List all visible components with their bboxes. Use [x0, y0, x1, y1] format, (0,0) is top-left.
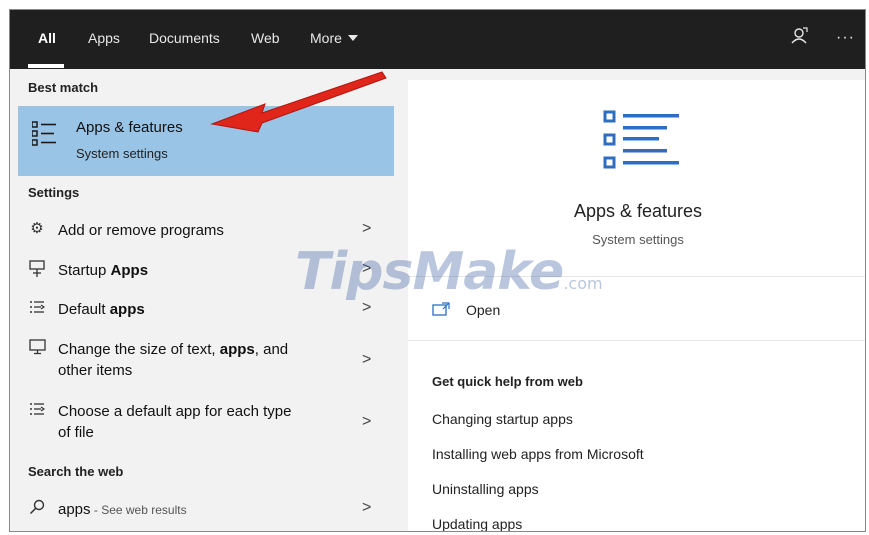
settings-item-label: Default apps	[58, 301, 145, 318]
default-apps-icon	[28, 401, 46, 419]
open-label: Open	[466, 302, 501, 318]
preview-title: Apps & features	[573, 201, 703, 221]
settings-item-label: Add or remove programs	[58, 222, 224, 239]
chevron-right-icon: >	[362, 499, 372, 516]
list-icon	[603, 110, 679, 169]
search-web-heading: Search the web	[28, 464, 124, 479]
best-match-heading: Best match	[28, 80, 99, 95]
active-tab-indicator	[28, 64, 64, 68]
chevron-right-icon: >	[362, 220, 372, 237]
tab-apps[interactable]: Apps	[88, 30, 120, 46]
best-match-title: Apps & features	[76, 119, 183, 136]
settings-item-label: Startup Apps	[58, 262, 149, 279]
display-icon	[28, 339, 46, 357]
settings-item-label: Choose a default app for each type of fil…	[58, 403, 292, 441]
chevron-right-icon: >	[362, 413, 372, 430]
settings-item-default-apps[interactable]: Default apps >	[18, 299, 394, 323]
settings-item-label: Change the size of text, apps, and other …	[58, 341, 289, 379]
search-icon	[28, 499, 46, 517]
chevron-right-icon: >	[362, 351, 372, 368]
more-options-icon[interactable]: ···	[836, 29, 855, 47]
search-tabs-bar: All Apps Documents Web More ···	[10, 10, 865, 69]
tab-web[interactable]: Web	[251, 30, 280, 46]
default-apps-icon	[28, 299, 46, 317]
best-match-subtitle: System settings	[76, 146, 168, 161]
settings-heading: Settings	[28, 185, 80, 200]
feedback-icon[interactable]	[789, 26, 809, 51]
settings-item-change-text-size[interactable]: Change the size of text, apps, and other …	[18, 339, 394, 385]
open-icon	[432, 302, 450, 316]
help-link[interactable]: Uninstalling apps	[432, 481, 539, 497]
tipsmake-watermark: TipsMake.com	[295, 242, 603, 302]
web-search-result[interactable]: apps - See web results >	[18, 499, 394, 523]
tab-more-label: More	[310, 30, 342, 46]
settings-item-add-remove-programs[interactable]: ⚙ Add or remove programs >	[18, 220, 394, 244]
tab-documents[interactable]: Documents	[149, 30, 220, 46]
tab-more[interactable]: More	[310, 30, 358, 46]
best-match-item[interactable]: Apps & features System settings	[18, 106, 394, 176]
help-link[interactable]: Changing startup apps	[432, 411, 573, 427]
preview-pane: Apps & features System settings Open Get…	[408, 80, 865, 531]
help-link[interactable]: Installing web apps from Microsoft	[432, 446, 644, 462]
list-icon	[32, 121, 56, 146]
tab-all[interactable]: All	[38, 30, 56, 46]
search-window: All Apps Documents Web More ··· Best mat…	[9, 9, 866, 532]
help-link[interactable]: Updating apps	[432, 516, 522, 531]
settings-item-choose-default-app[interactable]: Choose a default app for each type of fil…	[18, 401, 394, 447]
chevron-down-icon	[347, 35, 358, 41]
startup-icon	[28, 260, 46, 278]
divider	[408, 340, 865, 341]
gear-icon: ⚙	[30, 220, 44, 237]
help-heading: Get quick help from web	[432, 374, 583, 389]
web-search-label: apps - See web results	[58, 501, 187, 518]
